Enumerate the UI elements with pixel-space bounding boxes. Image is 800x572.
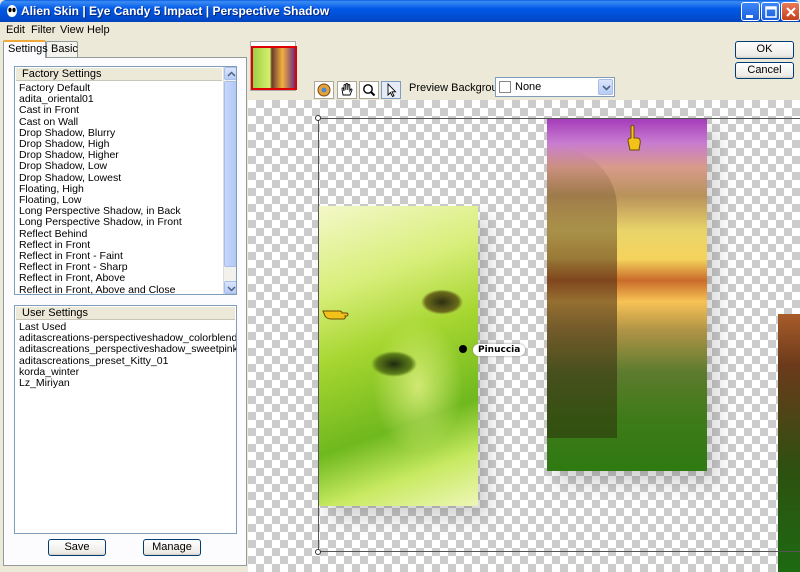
maximize-icon: [765, 6, 777, 18]
maximize-button[interactable]: [761, 2, 780, 21]
factory-setting-item[interactable]: Reflect in Front, Above and Close: [19, 284, 175, 294]
preview-background-select[interactable]: None: [495, 77, 615, 97]
tab-basic[interactable]: Basic: [46, 41, 78, 57]
preview-canvas[interactable]: Pinuccia: [248, 100, 800, 572]
minimize-button[interactable]: [741, 2, 760, 21]
menu-edit[interactable]: Edit: [6, 24, 25, 36]
factory-settings-list[interactable]: Factory Settings Factory Default adita_or…: [14, 66, 237, 295]
scroll-up-button[interactable]: [224, 67, 236, 80]
pointer-tool-button[interactable]: [381, 81, 401, 99]
user-settings-list[interactable]: User Settings Last Used aditascreations-p…: [14, 305, 237, 534]
background-swatch: [499, 81, 511, 93]
menu-bar: Edit Filter View Help: [0, 22, 800, 38]
scroll-thumb[interactable]: [224, 81, 236, 267]
hand-icon: [341, 83, 353, 96]
user-setting-item[interactable]: aditascreations_perspectiveshadow_sweetp…: [19, 344, 236, 355]
zoom-icon: [363, 84, 376, 97]
factory-setting-item[interactable]: Drop Shadow, Low: [19, 161, 107, 172]
manage-button[interactable]: Manage: [143, 539, 201, 556]
settings-panel: Factory Settings Factory Default adita_or…: [3, 57, 247, 566]
menu-help[interactable]: Help: [87, 24, 110, 36]
tab-settings[interactable]: Settings: [3, 40, 48, 58]
chevron-up-icon: [227, 71, 236, 77]
factory-setting-item[interactable]: Long Perspective Shadow, in Front: [19, 217, 182, 228]
alien-skin-logo-icon: [7, 5, 17, 17]
menu-filter[interactable]: Filter: [31, 24, 55, 36]
user-setting-item[interactable]: Lz_Miriyan: [19, 378, 70, 389]
factory-setting-item[interactable]: Drop Shadow, Lowest: [19, 172, 121, 184]
factory-setting-item[interactable]: Cast on Wall: [19, 116, 78, 128]
chevron-down-icon: [227, 286, 236, 292]
title-bar: Alien Skin | Eye Candy 5 Impact | Perspe…: [0, 0, 800, 22]
preview-background-value: None: [515, 81, 542, 93]
minimize-icon: [746, 15, 753, 18]
factory-setting-item[interactable]: Cast in Front: [19, 105, 79, 116]
menu-view[interactable]: View: [60, 24, 84, 36]
hand-tool-button[interactable]: [337, 81, 357, 99]
chevron-down-icon: [602, 85, 611, 91]
dropdown-arrow-button[interactable]: [598, 79, 613, 95]
navigator-icon: [317, 83, 331, 97]
user-setting-item[interactable]: aditascreations_preset_Kitty_01: [19, 355, 168, 367]
navigator-thumbnail[interactable]: [250, 41, 297, 91]
user-settings-header: User Settings: [16, 307, 235, 320]
cancel-button[interactable]: Cancel: [735, 62, 794, 79]
navigator-tool-button[interactable]: [314, 81, 334, 99]
save-button[interactable]: Save: [48, 539, 106, 556]
frame-handle[interactable]: [315, 549, 321, 555]
factory-settings-scrollbar[interactable]: [223, 67, 236, 294]
close-button[interactable]: [781, 2, 800, 21]
factory-settings-header: Factory Settings: [16, 68, 222, 81]
frame-handle[interactable]: [315, 115, 321, 121]
close-icon: [786, 7, 796, 17]
ok-button[interactable]: OK: [735, 41, 794, 59]
factory-setting-item[interactable]: Reflect Behind: [19, 228, 87, 240]
navigator-viewport[interactable]: [251, 46, 297, 90]
pointer-icon: [387, 82, 397, 98]
selection-frame[interactable]: [318, 118, 800, 552]
scroll-down-button[interactable]: [224, 281, 236, 294]
window-title: Alien Skin | Eye Candy 5 Impact | Perspe…: [21, 4, 330, 18]
zoom-tool-button[interactable]: [359, 81, 379, 99]
factory-setting-item[interactable]: Reflect in Front, Above: [19, 273, 125, 284]
